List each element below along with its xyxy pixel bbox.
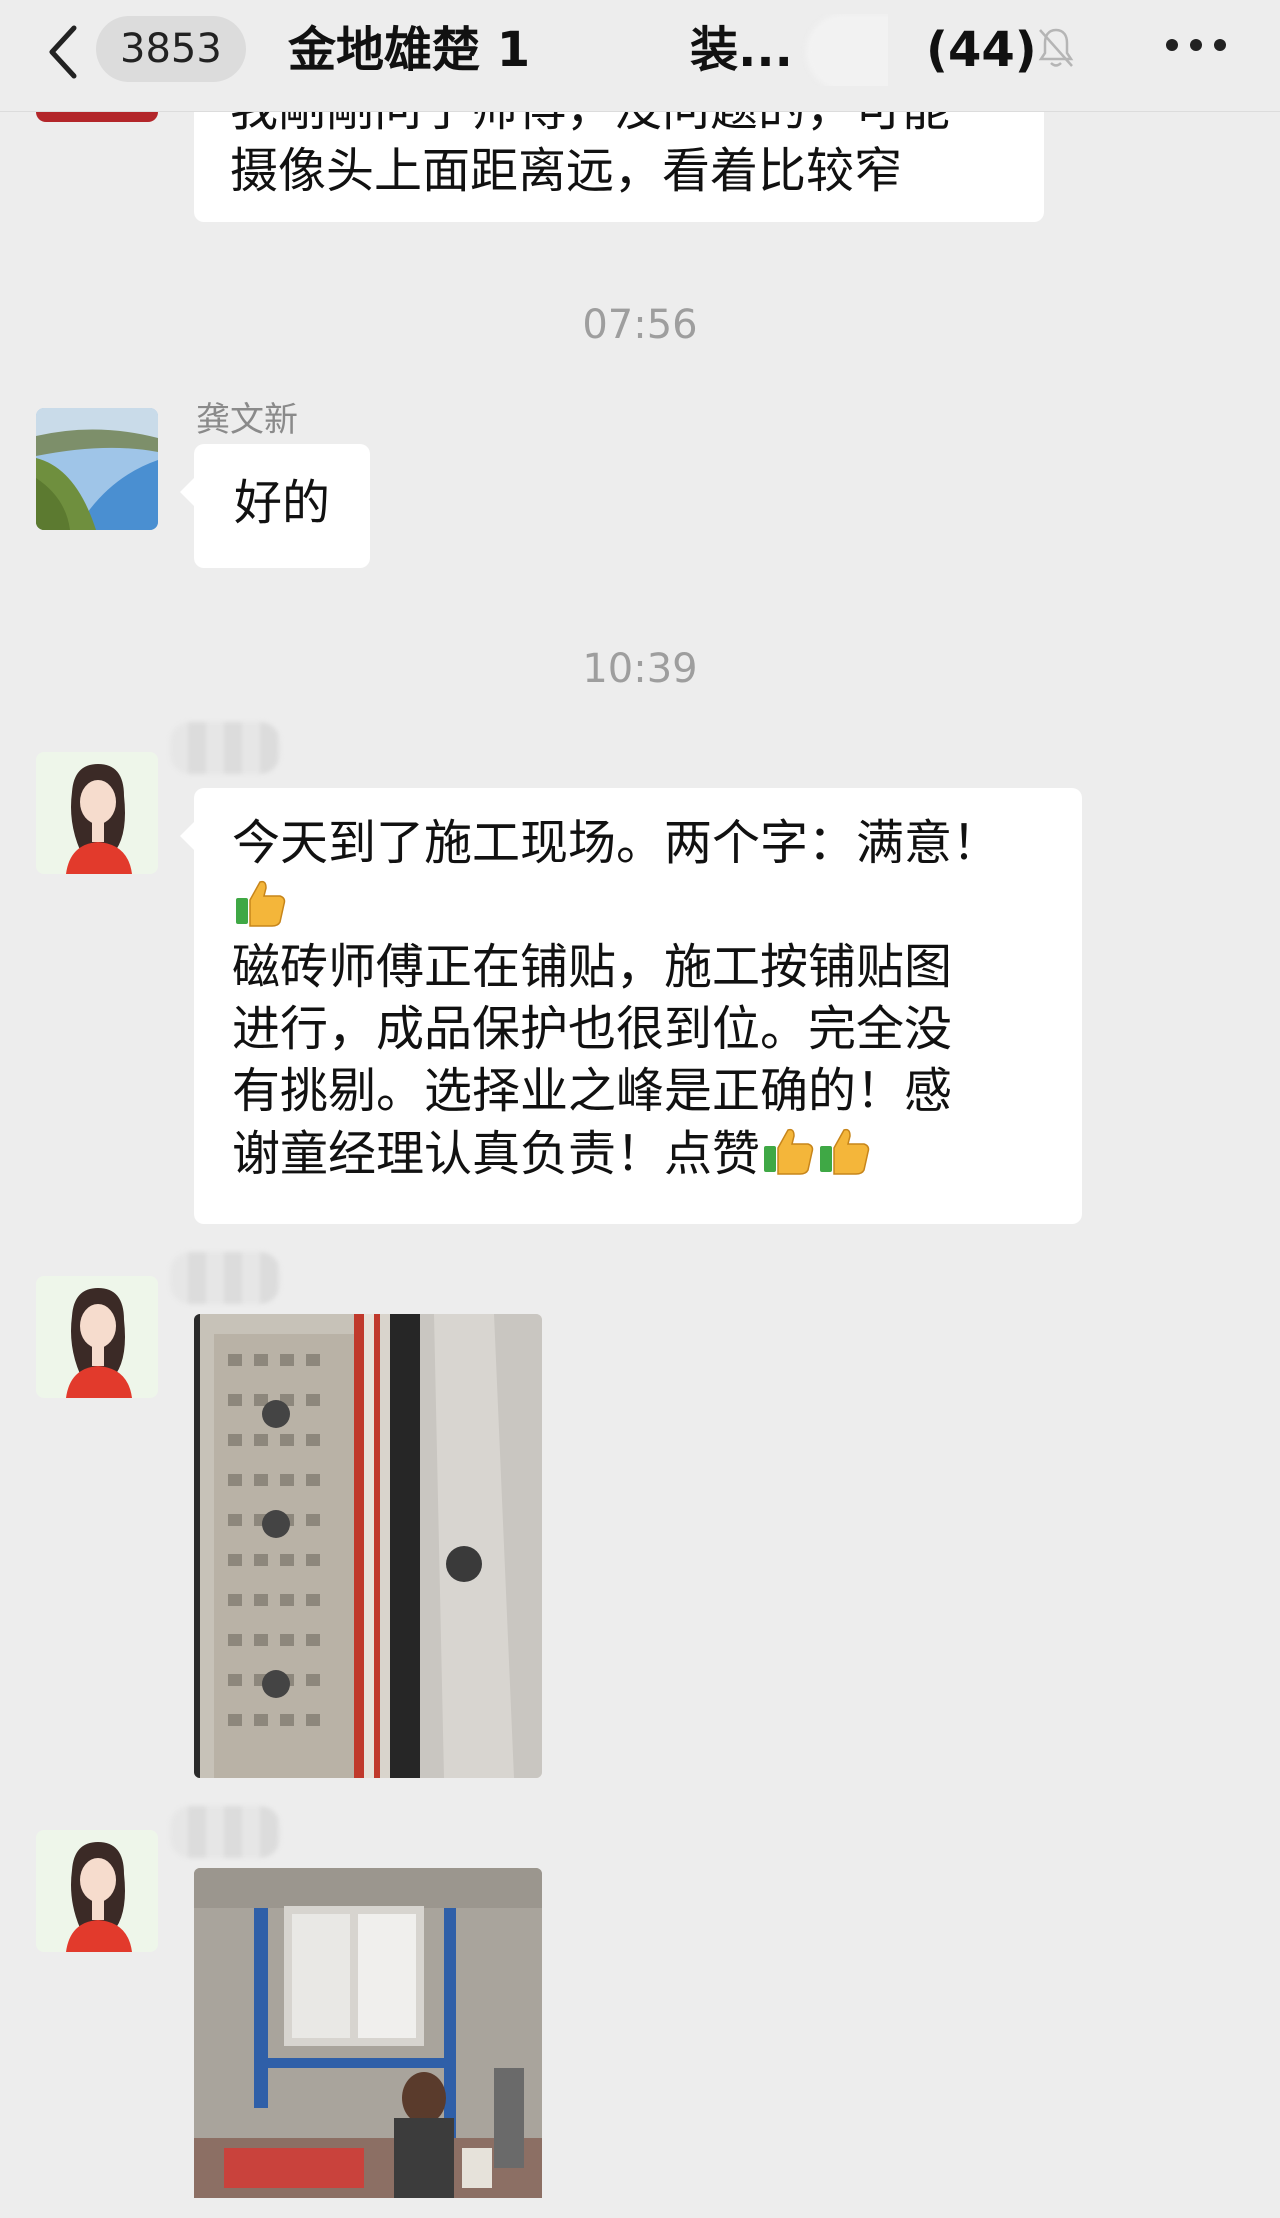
message-text-line-final: 谢童经理认真负责！点赞 [232,1122,1044,1185]
avatar-user[interactable] [36,752,158,874]
message-text-line: 磁砖师傅正在铺贴，施工按铺贴图 [232,939,953,995]
message-text-line: 今天到了施工现场。两个字：满意！ [232,815,1001,871]
thumbs-up-icon [820,1128,870,1175]
sender-name-redacted [170,722,280,774]
thumbs-up-icon [236,880,286,927]
title-redaction [806,14,888,86]
photo-room-tiling [194,1868,542,2198]
avatar-gong-wenxin[interactable] [36,408,158,530]
unread-count-badge[interactable]: 3853 [96,16,246,82]
message-text: 谢童经理认真负责！点赞 [232,1126,761,1182]
member-count: (44) [926,22,1037,78]
message-text-line: 进行，成品保护也很到位。完全没 [232,1001,953,1057]
more-dots-icon[interactable] [1164,30,1228,60]
message-text-line: 有挑剔。选择业之峰是正确的！感 [232,1063,953,1119]
avatar-user[interactable] [36,1830,158,1952]
message-bubble-review[interactable]: 今天到了施工现场。两个字：满意！ 磁砖师傅正在铺贴，施工按铺贴图 进行，成品保护… [180,788,1082,1224]
chevron-left-icon[interactable] [44,22,84,82]
bottom-strip [0,2198,1280,2218]
photo-message-building[interactable] [194,1314,542,1778]
woman-avatar-icon [36,1276,158,1398]
woman-avatar-icon [36,1830,158,1952]
message-text: 好的 [234,475,331,531]
bell-muted-icon [1038,28,1074,67]
thumbs-up-icon [764,1128,814,1175]
chat-title[interactable]: 金地雄楚 1 装... [288,14,888,86]
thumbs-up-emoji-line [232,874,1044,936]
photo-window-protection [194,1314,542,1778]
chat-title-suffix: 装... [690,22,793,78]
avatar-user[interactable] [36,1276,158,1398]
timestamp: 07:56 [582,302,698,348]
chat-title-text: 金地雄楚 1 [288,22,531,78]
message-bubble[interactable]: 好的 [179,444,371,568]
sender-name-redacted [170,1806,280,1858]
landscape-avatar-icon [36,408,158,530]
woman-avatar-icon [36,752,158,874]
message-text-line: 摄像头上面距离远，看着比较窄 [230,143,903,199]
photo-message-room[interactable] [194,1868,542,2198]
chat-header: 3853 金地雄楚 1 装... (44) [0,0,1280,112]
sender-name-redacted [170,1252,280,1304]
timestamp: 10:39 [582,646,698,692]
sender-name: 龚文新 [196,400,298,440]
